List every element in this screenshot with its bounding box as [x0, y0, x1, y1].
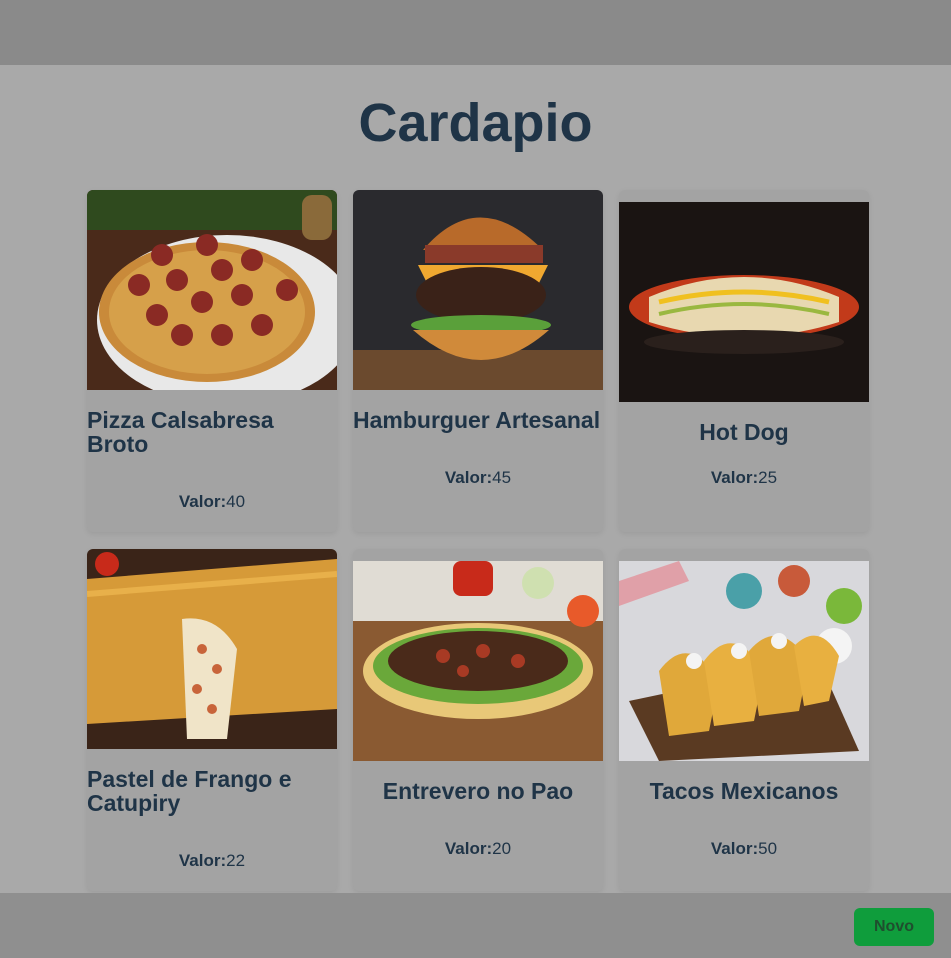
menu-card[interactable]: Pizza Calsabresa Broto Valor:40	[87, 190, 337, 532]
item-name: Hamburguer Artesanal	[353, 407, 601, 433]
price-label: Valor:	[710, 839, 759, 858]
pastel-image	[87, 549, 337, 749]
price-value: 22	[226, 851, 246, 870]
menu-card[interactable]: Entrevero no Pao Valor:20	[353, 549, 603, 891]
price-label: Valor:	[178, 492, 227, 511]
price-label: Valor:	[444, 839, 493, 858]
item-price: Valor:45	[353, 468, 603, 488]
item-price: Valor:22	[87, 851, 337, 871]
menu-card[interactable]: Tacos Mexicanos Valor:50	[619, 549, 869, 891]
menu-card[interactable]: Hot Dog Valor:25	[619, 190, 869, 532]
item-name: Pizza Calsabresa Broto	[87, 407, 274, 457]
item-name: Pastel de Frango e Catupiry	[87, 766, 292, 816]
top-navbar	[0, 0, 951, 65]
item-price: Valor:50	[619, 839, 869, 859]
burger-image	[353, 190, 603, 390]
price-value: 40	[226, 492, 246, 511]
price-value: 50	[758, 839, 778, 858]
menu-card[interactable]: Hamburguer Artesanal Valor:45	[353, 190, 603, 532]
item-price: Valor:40	[87, 492, 337, 512]
price-label: Valor:	[710, 468, 759, 487]
footer-bar	[0, 893, 951, 958]
tacos-image	[619, 561, 869, 761]
price-value: 20	[492, 839, 512, 858]
page-title: Cardapio	[358, 93, 593, 153]
price-value: 25	[758, 468, 778, 487]
item-price: Valor:25	[619, 468, 869, 488]
price-label: Valor:	[178, 851, 227, 870]
item-price: Valor:20	[353, 839, 603, 859]
item-name: Hot Dog	[699, 419, 789, 445]
price-label: Valor:	[444, 468, 493, 487]
hotdog-image	[619, 202, 869, 402]
item-name: Entrevero no Pao	[382, 778, 574, 804]
item-name: Tacos Mexicanos	[649, 778, 839, 804]
price-value: 45	[492, 468, 512, 487]
pizza-image	[87, 190, 337, 390]
menu-card[interactable]: Pastel de Frango e Catupiry Valor:22	[87, 549, 337, 891]
entrevero-image	[353, 561, 603, 761]
new-item-button[interactable]: Novo	[854, 908, 934, 946]
